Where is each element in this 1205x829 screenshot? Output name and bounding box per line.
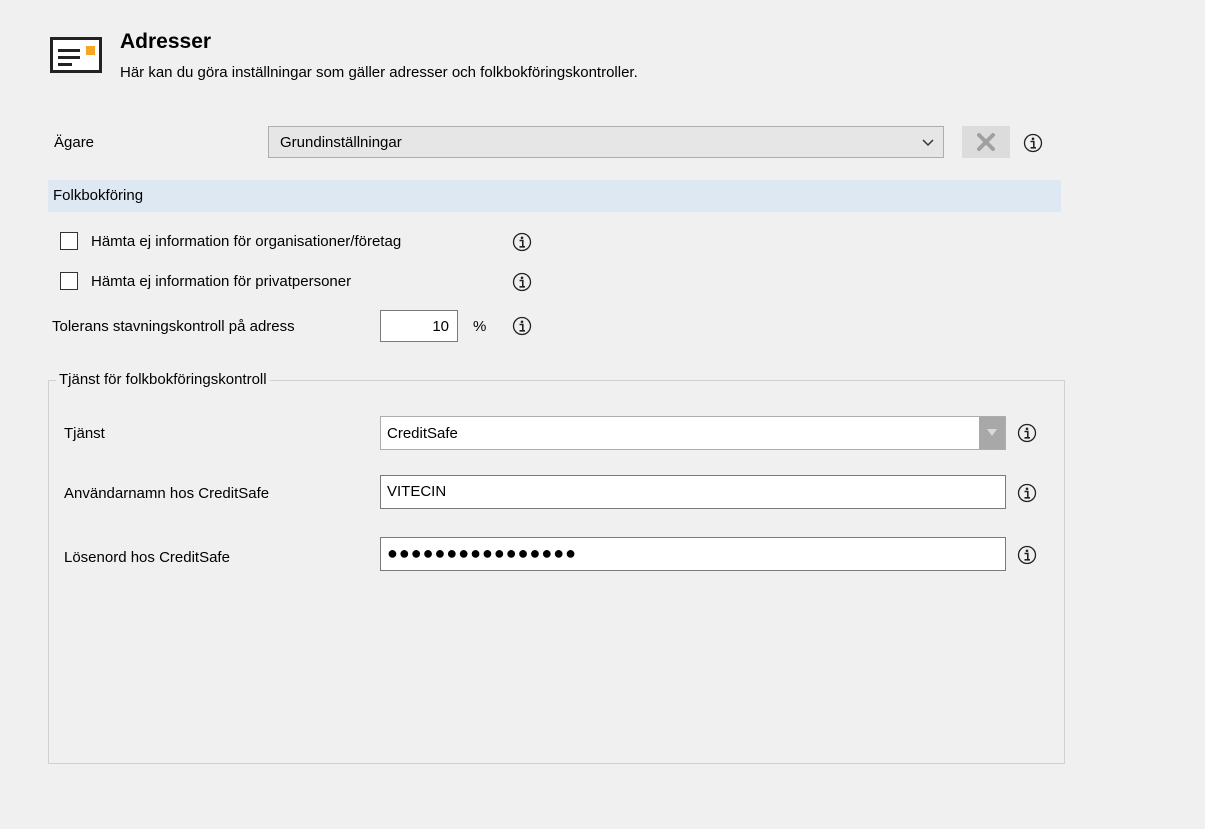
dropdown-arrow-button[interactable] — [979, 417, 1005, 449]
checkbox-private-persons[interactable] — [60, 272, 78, 290]
service-group-title: Tjänst för folkbokföringskontroll — [56, 371, 270, 388]
service-info-icon[interactable] — [1017, 423, 1037, 443]
tolerance-input[interactable]: 10 — [380, 310, 458, 342]
page-title: Adresser — [120, 30, 212, 53]
close-icon — [977, 133, 995, 151]
username-info-icon[interactable] — [1017, 483, 1037, 503]
tolerance-info-icon[interactable] — [512, 316, 532, 336]
chevron-down-icon — [919, 133, 937, 151]
owner-label: Ägare — [54, 134, 95, 151]
triangle-down-icon — [987, 429, 997, 436]
username-value: VITECIN — [387, 483, 447, 500]
password-info-icon[interactable] — [1017, 545, 1037, 565]
password-value: ●●●●●●●●●●●●●●●● — [387, 543, 577, 563]
private-persons-info-icon[interactable] — [512, 272, 532, 292]
page-subtitle: Här kan du göra inställningar som gäller… — [120, 64, 638, 81]
service-label: Tjänst — [64, 425, 105, 442]
password-input[interactable]: ●●●●●●●●●●●●●●●● — [380, 537, 1006, 571]
address-card-icon — [50, 37, 102, 79]
section-title: Folkbokföring — [53, 187, 144, 204]
service-dropdown-value: CreditSafe — [387, 425, 458, 442]
checkbox-organisations[interactable] — [60, 232, 78, 250]
owner-info-icon[interactable] — [1023, 133, 1043, 153]
owner-dropdown[interactable]: Grundinställningar — [268, 126, 944, 158]
username-label: Användarnamn hos CreditSafe — [64, 485, 270, 502]
username-input[interactable]: VITECIN — [380, 475, 1006, 509]
tolerance-label: Tolerans stavningskontroll på adress — [52, 318, 295, 335]
organisations-info-icon[interactable] — [512, 232, 532, 252]
tolerance-value: 10 — [432, 318, 449, 335]
password-label: Lösenord hos CreditSafe — [64, 549, 230, 566]
checkbox-organisations-label[interactable]: Hämta ej information för organisationer/… — [91, 233, 401, 250]
checkbox-private-persons-label[interactable]: Hämta ej information för privatpersoner — [91, 273, 351, 290]
owner-dropdown-value: Grundinställningar — [280, 134, 402, 151]
clear-owner-button[interactable] — [962, 126, 1010, 158]
tolerance-unit: % — [473, 318, 487, 335]
section-header-folkbokforing: Folkbokföring — [48, 180, 1061, 212]
service-dropdown[interactable]: CreditSafe — [380, 416, 1006, 450]
